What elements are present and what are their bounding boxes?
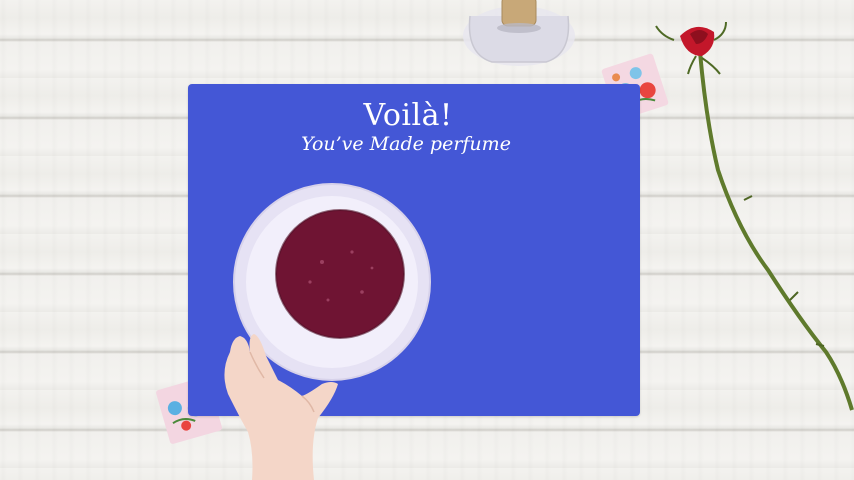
rose-image [655,21,854,411]
overlay-subtitle: You’ve Made perfume [301,133,511,155]
photo-scene: Voilà! You’ve Made perfume [0,0,854,480]
hand-image [224,334,338,480]
overlay-title: Voilà! [363,98,453,133]
perfume-bottle-image [463,0,575,66]
